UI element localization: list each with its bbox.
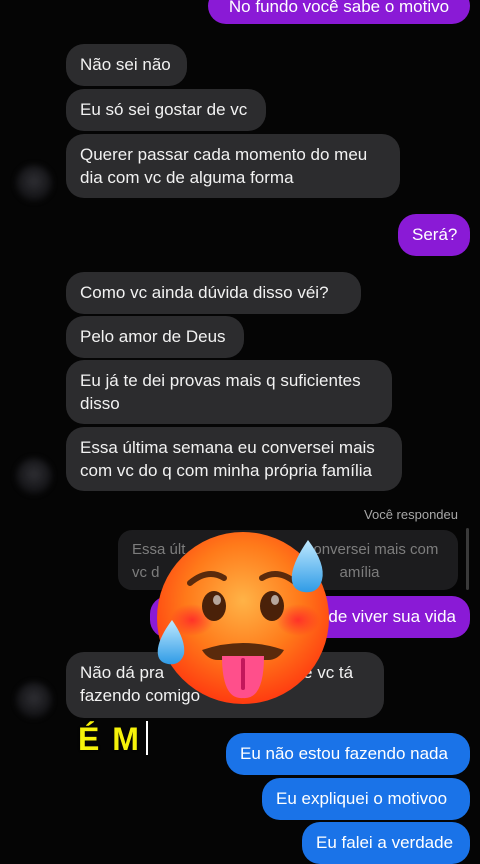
message-text: Como vc ainda dúvida disso véi?: [80, 283, 329, 302]
message-text: de viver sua vida: [328, 607, 456, 626]
quote-bar: [466, 528, 469, 590]
received-message-bubble[interactable]: Como vc ainda dúvida disso véi?: [66, 272, 361, 314]
received-message-bubble[interactable]: Eu já te dei provas mais q suficientes d…: [66, 360, 392, 424]
sent-message-bubble[interactable]: No fundo você sabe o motivo: [208, 0, 470, 24]
message-text: Eu falei a verdade: [316, 833, 454, 852]
hot-face-emoji-icon: [157, 532, 329, 704]
contact-avatar[interactable]: [16, 165, 52, 201]
received-message-bubble[interactable]: Pelo amor de Deus: [66, 316, 244, 358]
received-message-bubble[interactable]: Essa última semana eu conversei mais com…: [66, 427, 402, 491]
video-caption-overlay: É M: [78, 721, 141, 757]
message-text: Essa última semana eu conversei mais com…: [80, 438, 375, 480]
message-text: Não sei não: [80, 55, 171, 74]
message-text: Querer passar cada momento do meu dia co…: [80, 145, 368, 187]
sent-message-bubble[interactable]: Eu expliquei o motivoo: [262, 778, 470, 820]
message-text: Pelo amor de Deus: [80, 327, 226, 346]
sent-message-bubble[interactable]: Eu não estou fazendo nada: [226, 733, 470, 775]
quoted-text: amília: [339, 564, 380, 581]
received-message-bubble[interactable]: Não sei não: [66, 44, 187, 86]
message-text: Eu já te dei provas mais q suficientes d…: [80, 371, 361, 413]
you-replied-label: Você respondeu: [364, 507, 458, 522]
message-text: Eu expliquei o motivoo: [276, 789, 448, 808]
sent-message-bubble[interactable]: Será?: [398, 214, 470, 256]
message-text: No fundo você sabe o motivo: [228, 0, 450, 16]
contact-avatar[interactable]: [16, 458, 52, 494]
sent-message-bubble[interactable]: Eu falei a verdade: [302, 822, 470, 864]
received-message-bubble[interactable]: Eu só sei gostar de vc: [66, 89, 266, 131]
contact-avatar[interactable]: [16, 682, 52, 718]
text-cursor: [146, 721, 148, 755]
received-message-bubble[interactable]: Querer passar cada momento do meu dia co…: [66, 134, 400, 198]
message-text: Eu só sei gostar de vc: [80, 100, 248, 119]
message-text: Será?: [412, 225, 458, 244]
message-text: Eu não estou fazendo nada: [240, 744, 448, 763]
